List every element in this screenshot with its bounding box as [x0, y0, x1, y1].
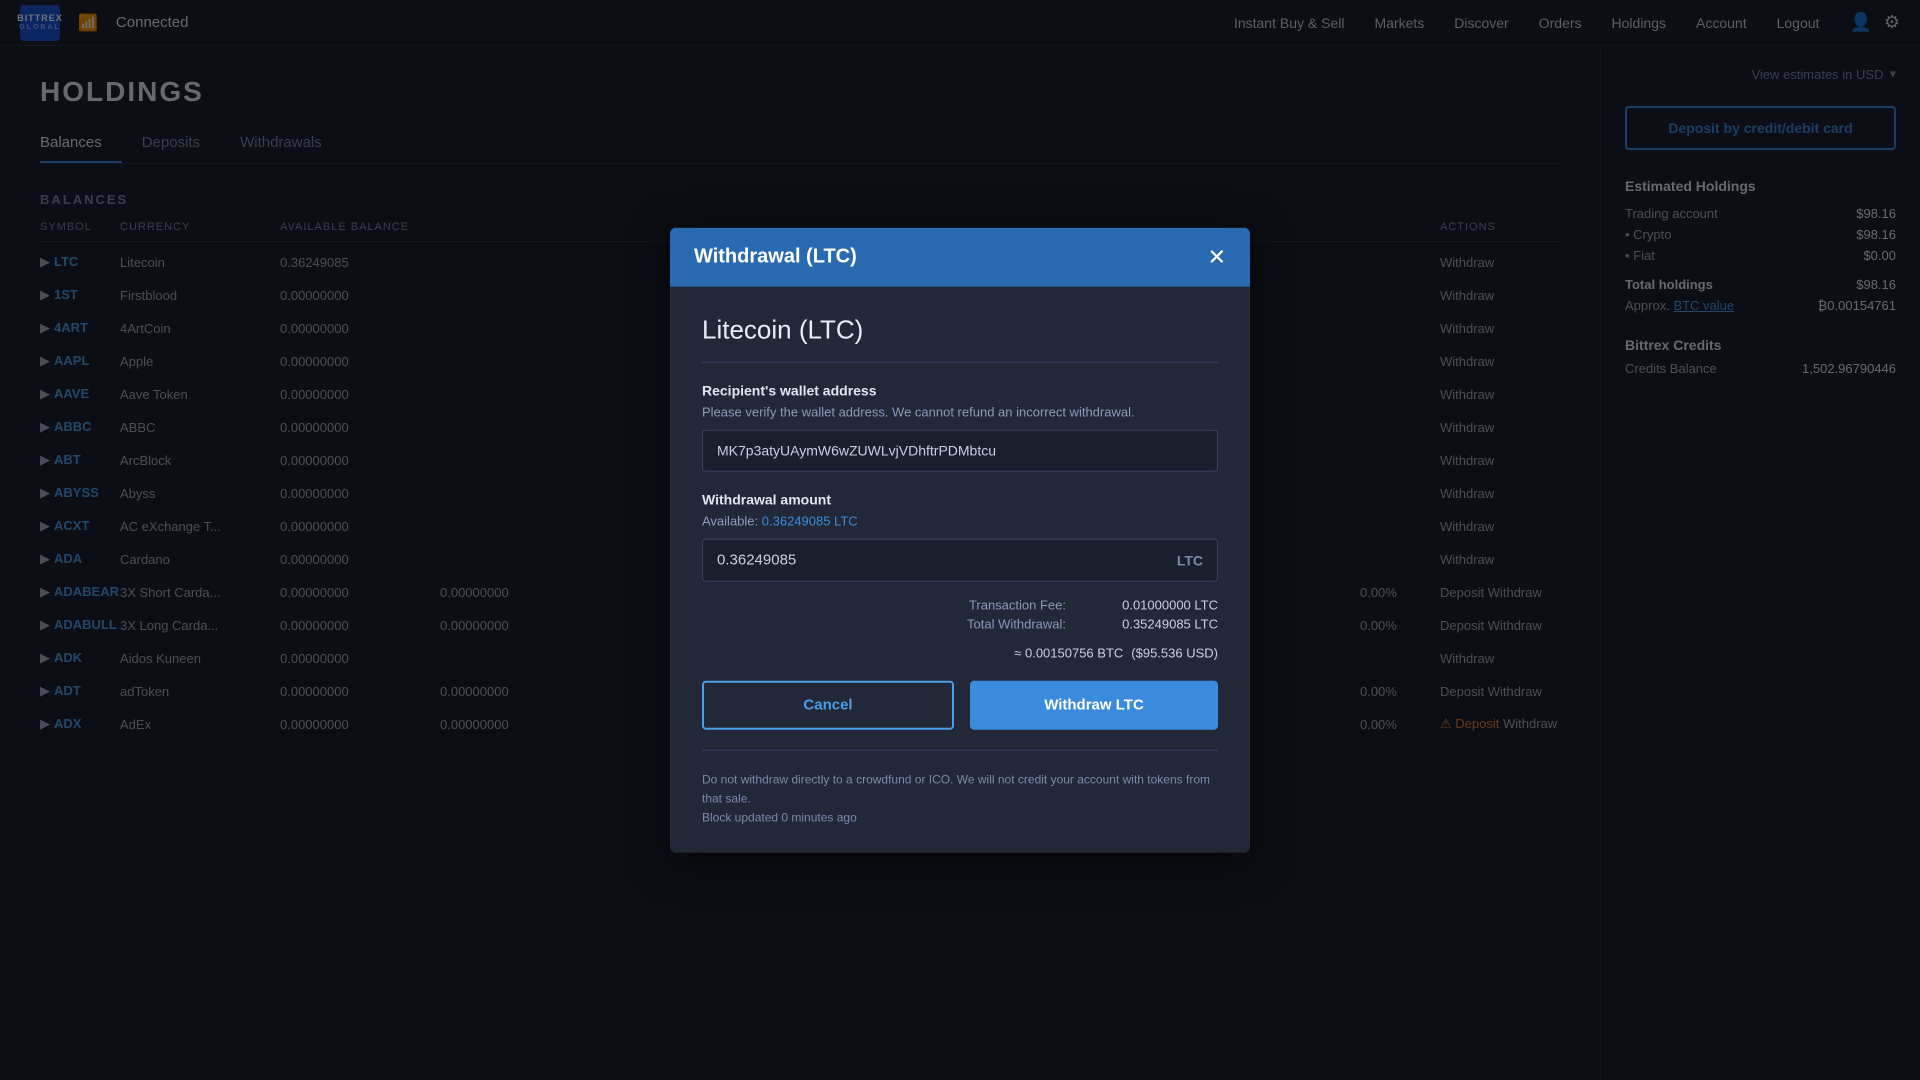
modal-actions: Cancel Withdraw LTC	[702, 681, 1218, 730]
modal-close-button[interactable]: ✕	[1208, 246, 1226, 268]
fee-table: Transaction Fee: 0.01000000 LTC Total Wi…	[702, 598, 1218, 632]
available-value: 0.36249085 LTC	[762, 514, 858, 529]
withdraw-button[interactable]: Withdraw LTC	[970, 681, 1218, 730]
amount-unit: LTC	[1177, 552, 1203, 568]
amount-input-row: LTC	[702, 539, 1218, 582]
transaction-fee-value: 0.01000000 LTC	[1078, 598, 1218, 613]
amount-input[interactable]	[717, 552, 1177, 569]
withdrawal-modal: Withdrawal (LTC) ✕ Litecoin (LTC) Recipi…	[670, 228, 1250, 853]
modal-title: Withdrawal (LTC)	[694, 246, 857, 269]
approx-usd: ($95.536 USD)	[1131, 646, 1218, 661]
amount-label: Withdrawal amount	[702, 492, 1218, 508]
modal-header: Withdrawal (LTC) ✕	[670, 228, 1250, 287]
modal-coin-title: Litecoin (LTC)	[702, 315, 1218, 363]
approx-btc: ≈ 0.00150756 BTC	[1014, 646, 1123, 661]
transaction-fee-row: Transaction Fee: 0.01000000 LTC	[969, 598, 1218, 613]
wallet-address-display: MK7p3atyUAymW6wZUWLvjVDhftrPDMbtcu	[702, 430, 1218, 472]
total-withdrawal-label: Total Withdrawal:	[967, 617, 1066, 632]
total-withdrawal-row: Total Withdrawal: 0.35249085 LTC	[967, 617, 1218, 632]
available-label: Available:	[702, 514, 758, 529]
modal-body: Litecoin (LTC) Recipient's wallet addres…	[670, 287, 1250, 853]
modal-footer-note: Do not withdraw directly to a crowdfund …	[702, 771, 1218, 829]
approx-row: ≈ 0.00150756 BTC ($95.536 USD)	[702, 646, 1218, 661]
transaction-fee-label: Transaction Fee:	[969, 598, 1066, 613]
modal-divider	[702, 750, 1218, 751]
cancel-button[interactable]: Cancel	[702, 681, 954, 730]
recipient-note: Please verify the wallet address. We can…	[702, 405, 1218, 420]
total-withdrawal-value: 0.35249085 LTC	[1078, 617, 1218, 632]
available-line: Available: 0.36249085 LTC	[702, 514, 1218, 529]
recipient-label: Recipient's wallet address	[702, 383, 1218, 399]
